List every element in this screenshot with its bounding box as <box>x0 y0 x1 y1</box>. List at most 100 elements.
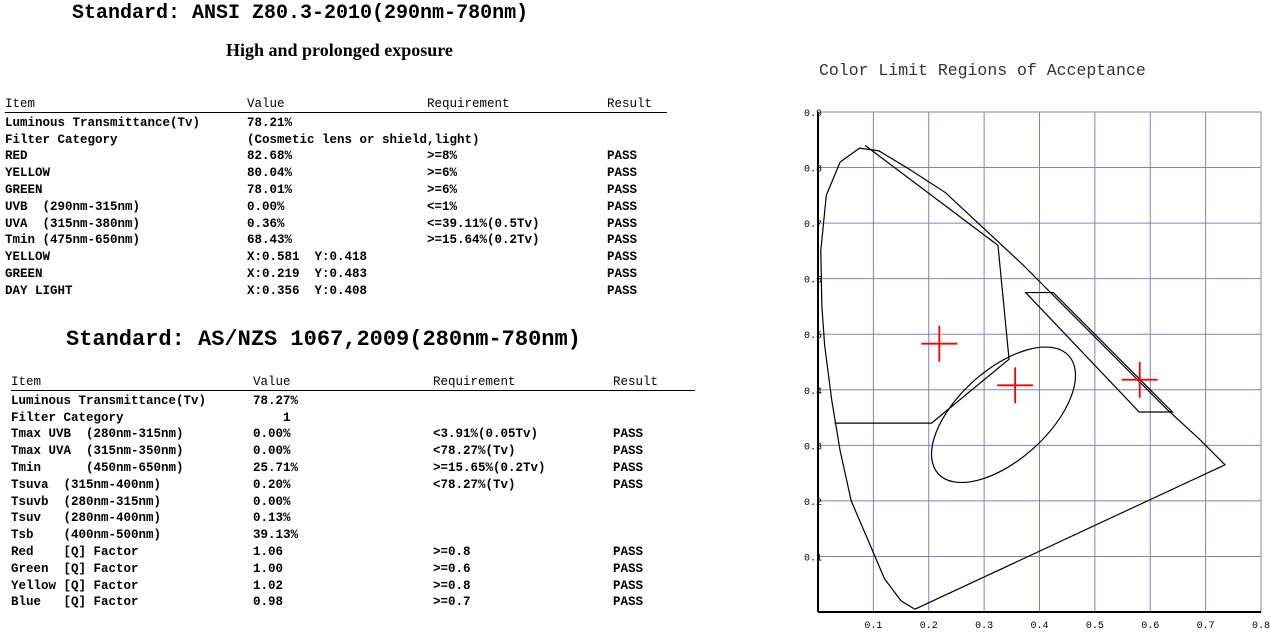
table-cell: GREEN <box>5 182 43 197</box>
table-cell: Tmin (475nm-650nm) <box>5 233 141 248</box>
table-row: DAY LIGHT X:0.356 Y:0.408 PASS <box>5 283 665 300</box>
table-row: Luminous Transmittance(Tv) 78.21% <box>5 115 665 132</box>
table-row: UVA (315nm-380nm) 0.36% <=39.11%(0.5Tv) PAS… <box>5 216 665 233</box>
table-row: Tsuv (280nm-400nm) 0.13% <box>11 510 695 527</box>
column-header: Value <box>247 97 285 111</box>
section2-title: Standard: AS/NZS 1067,2009(280nm-780nm) <box>66 327 581 352</box>
table-cell: 0.00% <box>247 199 285 214</box>
column-header: Item <box>11 375 42 389</box>
x-tick-label: 0.1 <box>864 621 882 632</box>
table-cell: 0.20% <box>253 477 291 492</box>
table-row: Tmin (450nm-650nm) 25.71% >=15.65%(0.2Tv) P… <box>11 460 695 477</box>
daylight-acceptance-ellipse <box>930 346 1077 484</box>
table-header: Item Value Requirement Result <box>11 374 695 391</box>
table-cell: PASS <box>613 561 644 576</box>
section1-table: Item Value Requirement Result Luminous Trans… <box>5 96 667 300</box>
table-cell: Tmax UVB (280nm-315nm) <box>11 427 184 442</box>
column-header: Result <box>613 375 659 389</box>
table-cell: <78.27%(Tv) <box>433 477 516 492</box>
table-cell: >=0.7 <box>433 595 471 610</box>
table-cell: PASS <box>607 199 638 214</box>
table-cell: 1.06 <box>253 544 284 559</box>
table-cell: >=15.64%(0.2Tv) <box>427 233 540 248</box>
table-row: GREEN 78.01% >=6% PASS <box>5 182 665 199</box>
table-row: Tsuvb (280nm-315nm) 0.00% <box>11 494 695 511</box>
table-cell: Tsuvb (280nm-315nm) <box>11 494 162 509</box>
column-header: Requirement <box>433 375 516 389</box>
spectral-locus <box>820 147 1227 610</box>
table-cell: 80.04% <box>247 166 293 181</box>
table-row: Luminous Transmittance(Tv) 78.27% <box>11 393 695 410</box>
x-tick-label: 0.4 <box>1030 621 1048 632</box>
x-tick-label: 0.3 <box>975 621 993 632</box>
x-tick-label: 0.6 <box>1141 621 1159 632</box>
table-cell: Tsb (400nm-500nm) <box>11 528 162 543</box>
table-cell: PASS <box>607 182 638 197</box>
table-cell: 1.00 <box>253 561 284 576</box>
table-cell: >=0.8 <box>433 578 471 593</box>
table-cell: 0.00% <box>253 427 291 442</box>
green-acceptance-region <box>834 144 1010 424</box>
section1-title: Standard: ANSI Z80.3-2010(290nm-780nm) <box>72 2 529 25</box>
table-cell: Red [Q] Factor <box>11 544 139 559</box>
table-cell: GREEN <box>5 266 43 281</box>
table-cell: PASS <box>613 427 644 442</box>
column-header: Requirement <box>427 97 510 111</box>
y-tick-label: 0.5 <box>804 331 822 342</box>
table-cell: X:0.581 Y:0.418 <box>247 250 368 265</box>
column-header: Value <box>253 375 291 389</box>
table-cell: <3.91%(0.05Tv) <box>433 427 539 442</box>
table-row: YELLOW X:0.581 Y:0.418 PASS <box>5 249 665 266</box>
table-cell: 1 <box>253 410 291 425</box>
section1-subtitle: High and prolonged exposure <box>226 40 453 60</box>
table-row: Blue [Q] Factor 0.98 >=0.7 PASS <box>11 594 695 611</box>
table-cell: 78.27% <box>253 393 299 408</box>
table-row: Tsb (400nm-500nm) 39.13% <box>11 527 695 544</box>
table-cell: X:0.356 Y:0.408 <box>247 283 368 298</box>
table-row: YELLOW 80.04% >=6% PASS <box>5 165 665 182</box>
table-cell: >=6% <box>427 182 458 197</box>
table-cell: Green [Q] Factor <box>11 561 139 576</box>
table-cell: PASS <box>613 444 644 459</box>
table-cell: PASS <box>607 149 638 164</box>
y-tick-label: 0.9 <box>804 109 822 120</box>
table-cell: PASS <box>613 595 644 610</box>
table-cell: YELLOW <box>5 250 51 265</box>
table-cell: UVB (290nm-315nm) <box>5 199 141 214</box>
table-cell: UVA (315nm-380nm) <box>5 216 141 231</box>
x-tick-label: 0.8 <box>1252 621 1270 632</box>
table-cell: Tsuva (315nm-400nm) <box>11 477 162 492</box>
table-cell: X:0.219 Y:0.483 <box>247 266 368 281</box>
table-row: Green [Q] Factor 1.00 >=0.6 PASS <box>11 561 695 578</box>
table-row: Tmax UVB (280nm-315nm) 0.00% <3.91%(0.05Tv… <box>11 426 695 443</box>
table-cell: PASS <box>607 266 638 281</box>
table-cell: PASS <box>607 233 638 248</box>
y-tick-label: 0.7 <box>804 220 822 231</box>
table-row: Filter Category (Cosmetic lens or shield,… <box>5 132 665 149</box>
table-cell: 25.71% <box>253 460 299 475</box>
table-cell: >=8% <box>427 149 458 164</box>
table-cell: PASS <box>613 477 644 492</box>
table-cell: 78.01% <box>247 182 293 197</box>
table-cell: Filter Category <box>5 132 118 147</box>
y-tick-label: 0.6 <box>804 276 822 287</box>
table-header: Item Value Requirement Result <box>5 96 665 113</box>
table-cell: DAY LIGHT <box>5 283 73 298</box>
table-cell: YELLOW <box>5 166 51 181</box>
table-cell: PASS <box>607 216 638 231</box>
section2-table: Item Value Requirement Result Luminous Trans… <box>11 374 695 611</box>
table-cell: PASS <box>607 250 638 265</box>
y-tick-label: 0.3 <box>804 442 822 453</box>
table-row: GREEN X:0.219 Y:0.483 PASS <box>5 266 665 283</box>
y-tick-label: 0.1 <box>804 553 822 564</box>
column-header: Item <box>5 97 36 111</box>
table-cell: >=0.8 <box>433 544 471 559</box>
table-cell: PASS <box>613 544 644 559</box>
table-cell: 0.00% <box>253 494 291 509</box>
table-cell: Luminous Transmittance(Tv) <box>5 115 201 130</box>
table-row: Yellow [Q] Factor 1.02 >=0.8 PASS <box>11 578 695 595</box>
table-cell: >=0.6 <box>433 561 471 576</box>
table-row: Tmax UVA (315nm-350nm) 0.00% <78.27%(Tv) PA… <box>11 443 695 460</box>
table-cell: Tsuv (280nm-400nm) <box>11 511 162 526</box>
table-cell: <=1% <box>427 199 458 214</box>
